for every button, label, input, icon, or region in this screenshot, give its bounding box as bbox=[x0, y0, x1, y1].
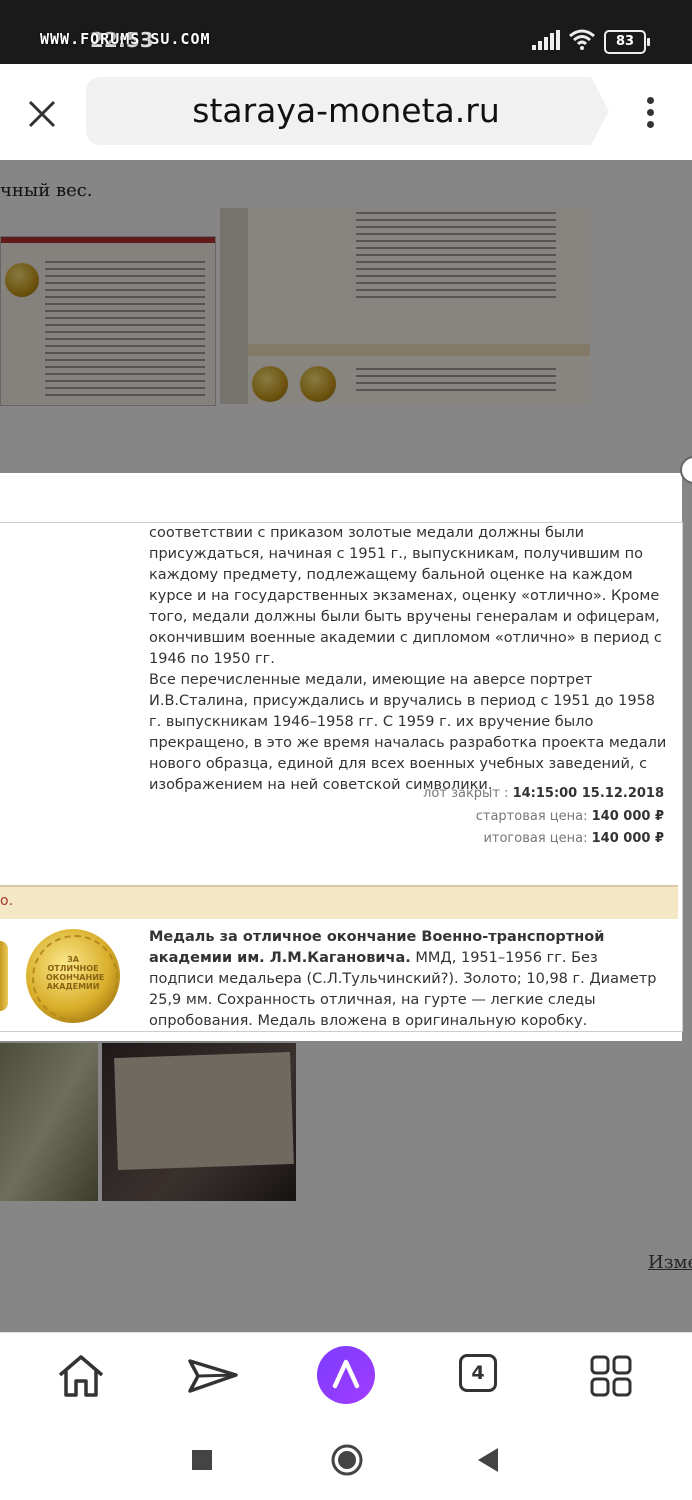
watermark-text: WWW.FORUMS-SU.COM bbox=[40, 30, 211, 48]
tabs-icon[interactable]: 4 bbox=[459, 1354, 497, 1392]
lot-description: соответствии с приказом золотые медали д… bbox=[149, 523, 671, 796]
signal-icon bbox=[532, 30, 560, 50]
close-icon[interactable] bbox=[22, 94, 62, 134]
final-price-value: 140 000 ₽ bbox=[591, 831, 664, 846]
start-price-value: 140 000 ₽ bbox=[591, 809, 664, 824]
coin-image[interactable]: ЗА ОТЛИЧНОЕ ОКОНЧАНИЕ АКАДЕМИИ bbox=[26, 929, 120, 1023]
lot-card: соответствии с приказом золотые медали д… bbox=[0, 522, 683, 1032]
system-navigation-bar bbox=[0, 1418, 692, 1500]
paper-plane-icon[interactable] bbox=[184, 1347, 242, 1405]
more-vertical-icon[interactable] bbox=[640, 94, 660, 134]
wifi-icon bbox=[569, 29, 595, 50]
home-button-icon[interactable] bbox=[330, 1443, 364, 1477]
address-bar[interactable]: staraya-moneta.ru bbox=[86, 77, 609, 145]
browser-toolbar: staraya-moneta.ru bbox=[0, 64, 692, 160]
coin-image-partial bbox=[0, 941, 8, 1011]
status-bar: 22:53 WWW.FORUMS-SU.COM 83 bbox=[0, 0, 692, 64]
url-text: staraya-moneta.ru bbox=[192, 91, 500, 130]
description-paragraph: Все перечисленные медали, имеющие на аве… bbox=[149, 672, 667, 793]
back-icon[interactable] bbox=[476, 1446, 500, 1474]
start-price-line: стартовая цена: 140 000 ₽ bbox=[475, 809, 664, 824]
alice-assistant-icon[interactable] bbox=[317, 1346, 375, 1404]
lot-number: о. bbox=[0, 893, 14, 909]
next-lot-description: Медаль за отличное окончание Военно-тран… bbox=[149, 927, 659, 1031]
lot-closed-line: лот закрыт : 14:15:00 15.12.2018 bbox=[423, 786, 664, 801]
coin-inscription: ЗА ОТЛИЧНОЕ ОКОНЧАНИЕ АКАДЕМИИ bbox=[46, 955, 105, 991]
final-price-line: итоговая цена: 140 000 ₽ bbox=[483, 831, 664, 846]
description-paragraph: соответствии с приказом золотые медали д… bbox=[149, 525, 662, 667]
next-lot-header: о. bbox=[0, 885, 678, 919]
lot-closed-value: 14:15:00 15.12.2018 bbox=[512, 786, 664, 801]
home-icon[interactable] bbox=[52, 1347, 110, 1405]
battery-icon: 83 bbox=[604, 30, 650, 54]
apps-grid-icon[interactable] bbox=[582, 1347, 640, 1405]
recent-apps-icon[interactable] bbox=[190, 1448, 214, 1472]
